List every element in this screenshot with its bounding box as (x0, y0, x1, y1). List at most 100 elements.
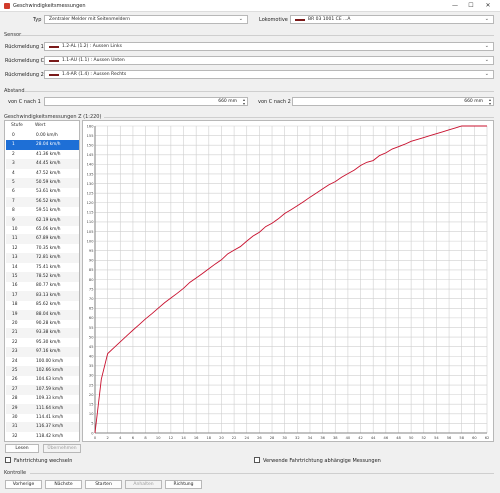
y-tick-label: 15 (89, 403, 94, 407)
x-tick-label: 6 (132, 436, 135, 440)
y-tick-label: 145 (87, 153, 94, 157)
uebernehmen-button[interactable]: Übernehmen (43, 444, 81, 453)
abstand-von2-label: von C nach 2 (258, 99, 291, 105)
cell-wert: 93.38 km/h (36, 330, 61, 336)
chevron-down-icon: ⌄ (484, 71, 489, 77)
cell-wert: 44.45 km/h (36, 161, 61, 167)
y-tick-label: 90 (89, 259, 94, 263)
minimize-button[interactable]: — (448, 1, 462, 11)
rueckmeldung-c-label: Rückmeldung C (5, 58, 45, 64)
naechste-button[interactable]: Nächste (45, 480, 82, 489)
x-tick-label: 54 (434, 436, 439, 440)
cell-stufe: 23 (12, 349, 18, 355)
chevron-down-icon: ⌄ (238, 16, 243, 22)
y-tick-label: 70 (89, 297, 94, 301)
cell-stufe: 28 (12, 396, 18, 402)
cell-wert: 47.52 km/h (36, 170, 61, 176)
x-tick-label: 46 (384, 436, 389, 440)
divider (20, 35, 494, 36)
cell-wert: 97.16 km/h (36, 349, 61, 355)
rueckmeldung-c-select[interactable]: 1.1-AU (1.1) : Aussen Unten ⌄ (44, 56, 494, 65)
abstand-von2-input[interactable]: 660 mm ▴ ▾ (292, 97, 494, 106)
y-tick-label: 160 (87, 124, 95, 128)
cell-stufe: 10 (12, 227, 18, 232)
x-tick-label: 60 (472, 436, 477, 440)
y-tick-label: 130 (87, 182, 95, 186)
cell-wert: 50.59 km/h (36, 180, 61, 185)
rueckmeldung-1-label: Rückmeldung 1 (5, 44, 44, 50)
cell-wert: 62.19 km/h (36, 217, 61, 223)
spin-arrows-icon[interactable]: ▴ ▾ (489, 98, 491, 106)
maximize-button[interactable]: ☐ (464, 1, 478, 11)
y-tick-label: 65 (89, 307, 94, 311)
y-tick-label: 45 (89, 345, 94, 349)
column-header-stufe[interactable]: Stufe (11, 123, 23, 128)
x-tick-label: 18 (207, 436, 212, 440)
y-tick-label: 135 (87, 172, 94, 176)
richtung-button[interactable]: Richtung (165, 480, 202, 489)
y-tick-label: 55 (89, 326, 94, 330)
sensor-color-swatch (49, 74, 59, 76)
lesen-button[interactable]: Lesen (5, 444, 39, 453)
cell-wert: 78.52 km/h (36, 274, 61, 279)
sensor-color-swatch (49, 46, 59, 48)
verwende-label: Verwende Fahrtrichtung abhängige Messung… (263, 458, 381, 464)
table-row[interactable]: 32 118.42 km/h (6, 432, 79, 441)
y-tick-label: 20 (89, 393, 94, 397)
app-icon (4, 3, 10, 9)
rueckmeldung-2-select[interactable]: 1.4-AR (1.4) : Aussen Rechts ⌄ (44, 70, 494, 79)
abstand-von1-input[interactable]: 660 mm ▴ ▾ (44, 97, 248, 106)
cell-wert: 53.61 km/h (36, 189, 61, 195)
spin-arrows-icon[interactable]: ▴ ▾ (243, 98, 245, 106)
checkbox-icon[interactable] (5, 457, 11, 463)
y-tick-label: 95 (89, 249, 94, 253)
x-tick-label: 62 (485, 436, 490, 440)
y-tick-label: 115 (87, 211, 94, 215)
x-tick-label: 56 (447, 436, 452, 440)
x-tick-label: 16 (194, 436, 199, 440)
cell-stufe: 24 (12, 358, 18, 364)
vorherige-button[interactable]: Vorherige (5, 480, 42, 489)
typ-label: Typ (33, 17, 42, 23)
abstand-von1-label: von C nach 1 (8, 99, 41, 105)
chevron-down-icon: ⌄ (484, 16, 489, 22)
verwende-checkbox[interactable]: Verwende Fahrtrichtung abhängige Messung… (254, 457, 381, 464)
messungen-table[interactable]: Stufe Wert 0 0.00 km/h 1 28.04 km/h 2 41.36 k… (4, 120, 80, 442)
fahrtrichtung-checkbox[interactable]: Fahrtrichtung wechseln (5, 457, 72, 464)
column-header-wert[interactable]: Wert (35, 123, 46, 128)
starten-button[interactable]: Starten (85, 480, 122, 489)
x-tick-label: 52 (421, 436, 426, 440)
typ-select[interactable]: Zentraler Melder mit Seitenmeldern ⌄ (44, 15, 248, 24)
cell-stufe: 18 (12, 302, 18, 308)
checkbox-icon[interactable] (254, 457, 260, 463)
y-tick-label: 0 (91, 431, 94, 435)
cell-wert: 102.66 km/h (36, 368, 64, 373)
speed-chart: 0 5 10 15 20 25 30 35 40 45 50 55 60 65 70 75 80 85 90 95 10… (82, 120, 494, 442)
sensor-color-swatch (49, 60, 59, 62)
close-button[interactable]: ✕ (481, 1, 495, 11)
rueckmeldung-1-select[interactable]: 1.2-AL (1.2) : Aussen Links ⌄ (44, 42, 494, 51)
cell-stufe: 32 (12, 433, 18, 439)
x-tick-label: 2 (106, 436, 108, 440)
x-tick-label: 12 (169, 436, 174, 440)
abstand-von2-value: 660 mm (464, 99, 483, 104)
lokomotive-select[interactable]: BR 03 1001 CE ...A ⌄ (290, 15, 494, 24)
x-tick-label: 34 (308, 436, 313, 440)
cell-wert: 56.52 km/h (36, 198, 61, 204)
x-tick-label: 4 (119, 436, 122, 440)
x-tick-label: 40 (346, 436, 351, 440)
abstand-group-label: Abstand (4, 88, 25, 94)
cell-stufe: 15 (12, 274, 18, 279)
divider (24, 91, 494, 92)
anhalten-button[interactable]: Anhalten (125, 480, 162, 489)
x-tick-label: 26 (257, 436, 262, 440)
cell-stufe: 21 (12, 330, 18, 336)
cell-stufe: 16 (12, 283, 18, 289)
cell-wert: 67.89 km/h (36, 236, 61, 242)
cell-stufe: 8 (12, 208, 15, 214)
fahrtrichtung-label: Fahrtrichtung wechseln (14, 458, 73, 464)
y-tick-label: 25 (89, 383, 94, 387)
cell-wert: 95.30 km/h (36, 339, 61, 345)
cell-wert: 0.00 km/h (36, 133, 58, 138)
cell-stufe: 30 (12, 415, 18, 420)
